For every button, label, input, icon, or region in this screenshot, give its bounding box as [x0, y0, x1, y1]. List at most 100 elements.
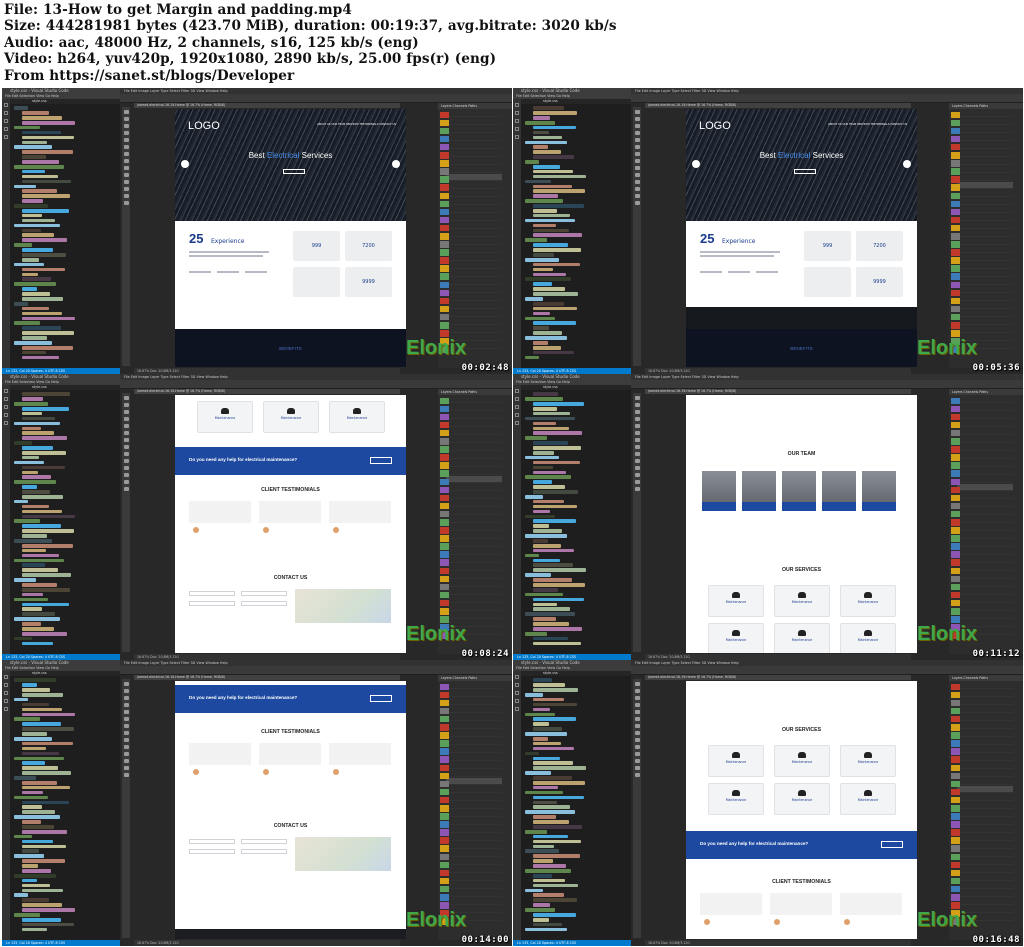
layer-row[interactable] — [957, 699, 1013, 705]
git-icon[interactable] — [4, 405, 8, 409]
layer-row[interactable] — [957, 723, 1013, 729]
stamp-tool-icon[interactable] — [634, 438, 640, 442]
layer-row[interactable] — [446, 810, 502, 817]
layer-row[interactable] — [446, 310, 502, 317]
layer-row[interactable] — [957, 294, 1013, 301]
brush-tool-icon[interactable] — [634, 145, 640, 149]
layer-row[interactable] — [446, 596, 502, 603]
layer-row[interactable] — [446, 588, 502, 595]
stamp-tool-icon[interactable] — [634, 152, 640, 156]
extensions-icon[interactable] — [4, 421, 8, 425]
document-tab[interactable]: joomet-electrical-16-19-Home @ 16.7% (Ho… — [134, 675, 400, 680]
git-icon[interactable] — [4, 119, 8, 123]
extensions-icon[interactable] — [4, 707, 8, 711]
debug-icon[interactable] — [4, 127, 8, 131]
tools-panel[interactable] — [633, 107, 641, 366]
layer-row[interactable] — [446, 151, 502, 157]
tools-panel[interactable] — [633, 679, 641, 938]
editor-tab[interactable]: style.css — [10, 671, 120, 676]
layer-row[interactable] — [446, 182, 502, 189]
move-tool-icon[interactable] — [634, 110, 640, 114]
editor-tab[interactable]: style.css — [521, 385, 631, 390]
layers-panel[interactable]: Layers Channels Paths — [438, 389, 512, 654]
search-icon[interactable] — [4, 111, 8, 115]
layer-row[interactable] — [446, 699, 502, 705]
layer-row[interactable] — [446, 246, 502, 253]
layer-row[interactable] — [957, 190, 1013, 197]
marquee-tool-icon[interactable] — [123, 403, 129, 407]
type-tool-icon[interactable] — [123, 180, 129, 184]
layer-row[interactable] — [446, 143, 502, 149]
layer-row[interactable] — [446, 898, 502, 905]
code-editor[interactable] — [521, 677, 631, 940]
code-editor[interactable] — [10, 391, 120, 654]
move-tool-icon[interactable] — [123, 682, 129, 686]
layer-row[interactable] — [957, 596, 1013, 603]
layer-row[interactable] — [957, 437, 1013, 443]
eyedropper-tool-icon[interactable] — [123, 710, 129, 714]
marquee-tool-icon[interactable] — [123, 117, 129, 121]
layer-row[interactable] — [957, 214, 1013, 221]
eyedropper-tool-icon[interactable] — [123, 138, 129, 142]
layer-row[interactable] — [957, 683, 1013, 689]
layer-row[interactable] — [957, 786, 1013, 793]
layers-panel[interactable]: Layers Channels Paths — [438, 675, 512, 940]
vscode-activity-bar[interactable] — [513, 671, 521, 940]
stamp-tool-icon[interactable] — [123, 724, 129, 728]
eraser-tool-icon[interactable] — [123, 445, 129, 449]
shape-tool-icon[interactable] — [634, 187, 640, 191]
layer-row[interactable] — [957, 421, 1013, 427]
zoom-tool-icon[interactable] — [123, 773, 129, 777]
layer-row[interactable] — [446, 111, 502, 117]
layer-row[interactable] — [957, 174, 1013, 181]
layer-row[interactable] — [446, 429, 502, 435]
layer-row[interactable] — [957, 492, 1013, 499]
layer-row[interactable] — [446, 691, 502, 697]
layer-row[interactable] — [957, 612, 1013, 619]
layer-row[interactable] — [957, 278, 1013, 285]
search-icon[interactable] — [515, 683, 519, 687]
search-icon[interactable] — [515, 397, 519, 401]
layer-row[interactable] — [957, 159, 1013, 165]
files-icon[interactable] — [4, 103, 8, 107]
layer-row[interactable] — [446, 476, 502, 483]
layer-row[interactable] — [957, 731, 1013, 737]
layer-row[interactable] — [957, 119, 1013, 125]
git-icon[interactable] — [515, 691, 519, 695]
layer-row[interactable] — [446, 460, 502, 467]
brush-tool-icon[interactable] — [123, 431, 129, 435]
design-canvas[interactable]: OUR TEAM OUR SERVICES Maintenance Maintenan… — [686, 395, 917, 653]
layer-row[interactable] — [446, 683, 502, 689]
code-editor[interactable] — [521, 105, 631, 368]
crop-tool-icon[interactable] — [123, 703, 129, 707]
layer-row[interactable] — [957, 556, 1013, 563]
layer-row[interactable] — [957, 898, 1013, 905]
layer-row[interactable] — [957, 850, 1013, 857]
vscode-activity-bar[interactable] — [2, 385, 10, 654]
options-bar[interactable] — [631, 380, 1023, 389]
debug-icon[interactable] — [515, 413, 519, 417]
pen-tool-icon[interactable] — [123, 745, 129, 749]
layer-row[interactable] — [446, 818, 502, 825]
layer-row[interactable] — [957, 588, 1013, 595]
crop-tool-icon[interactable] — [123, 417, 129, 421]
layer-row[interactable] — [446, 452, 502, 459]
layer-row[interactable] — [957, 715, 1013, 721]
layer-row[interactable] — [957, 429, 1013, 435]
layer-row[interactable] — [446, 270, 502, 277]
layer-row[interactable] — [446, 286, 502, 293]
git-icon[interactable] — [4, 691, 8, 695]
marquee-tool-icon[interactable] — [634, 117, 640, 121]
crop-tool-icon[interactable] — [634, 703, 640, 707]
layer-row[interactable] — [957, 604, 1013, 611]
files-icon[interactable] — [4, 675, 8, 679]
layer-row[interactable] — [446, 135, 502, 141]
eraser-tool-icon[interactable] — [634, 445, 640, 449]
extensions-icon[interactable] — [4, 135, 8, 139]
lasso-tool-icon[interactable] — [634, 696, 640, 700]
layer-row[interactable] — [446, 166, 502, 173]
editor-tab[interactable]: style.css — [521, 671, 631, 676]
layer-row[interactable] — [446, 786, 502, 793]
layer-row[interactable] — [446, 834, 502, 841]
layer-row[interactable] — [446, 762, 502, 769]
